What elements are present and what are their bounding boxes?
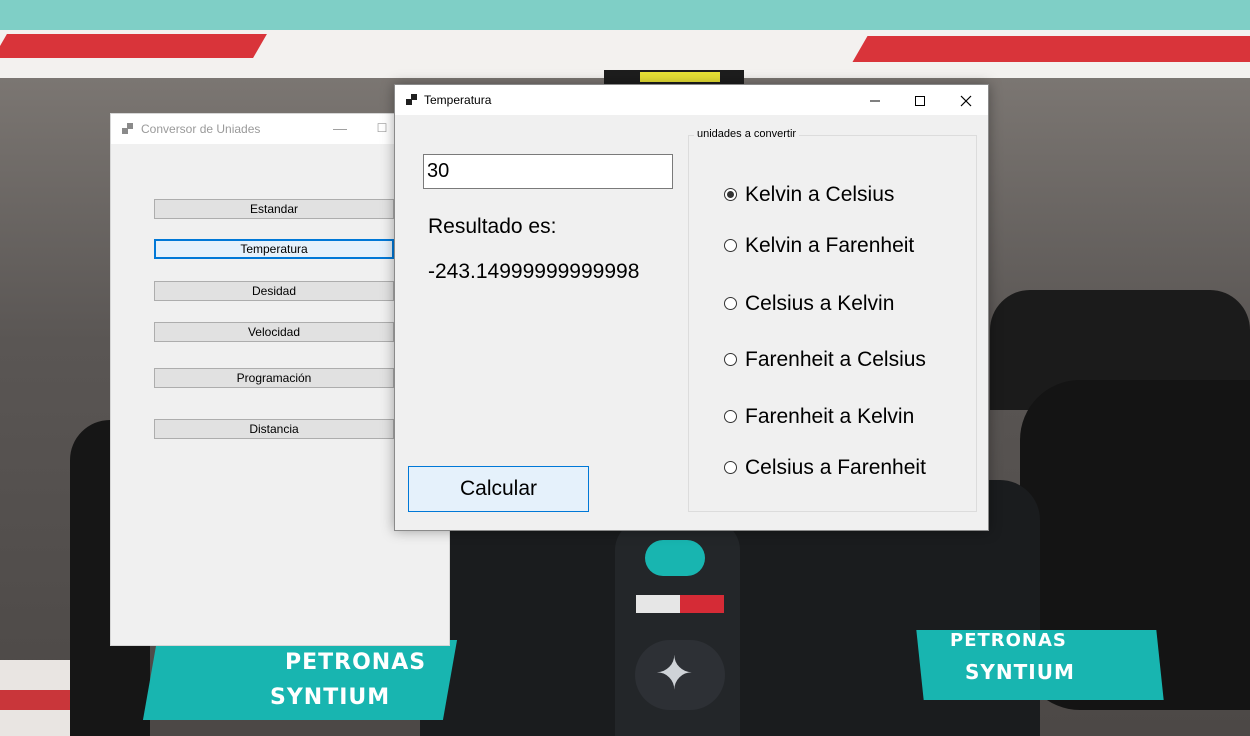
radio-button-icon[interactable] xyxy=(724,297,737,310)
distancia-button[interactable]: Distancia xyxy=(154,419,394,439)
app-icon xyxy=(406,94,417,105)
radio-label[interactable]: Kelvin a Farenheit xyxy=(745,234,914,258)
radio-label[interactable]: Farenheit a Celsius xyxy=(745,348,926,372)
result-value: -243.14999999999998 xyxy=(428,260,640,283)
temperature-window[interactable]: Temperatura Resultado es: -243.149999999… xyxy=(394,84,989,531)
close-button[interactable] xyxy=(943,85,988,115)
result-label: Resultado es: xyxy=(428,215,557,238)
programacion-button[interactable]: Programación xyxy=(154,368,394,388)
close-icon xyxy=(960,95,971,107)
wing-sponsor-text-right: PETRONAS xyxy=(950,630,1067,651)
temperatura-button[interactable]: Temperatura xyxy=(154,239,394,259)
temperature-input[interactable] xyxy=(423,154,673,189)
wing-sponsor-text-2: SYNTIUM xyxy=(270,685,391,710)
window-title: Conversor de Uniades xyxy=(141,122,261,136)
radio-label[interactable]: Farenheit a Kelvin xyxy=(745,405,914,429)
radio-label[interactable]: Kelvin a Celsius xyxy=(745,183,894,207)
radio-button-icon[interactable] xyxy=(724,353,737,366)
radio-button-icon[interactable] xyxy=(724,410,737,423)
window-title: Temperatura xyxy=(424,93,492,107)
wing-sponsor-text: PETRONAS xyxy=(285,650,427,675)
app-icon xyxy=(122,123,133,134)
minimize-icon xyxy=(869,100,880,102)
velocidad-button[interactable]: Velocidad xyxy=(154,322,394,342)
minimize-button[interactable]: — xyxy=(329,118,351,138)
maximize-icon xyxy=(914,96,925,107)
conversion-groupbox: unidades a convertir Kelvin a Celsius Ke… xyxy=(688,128,977,512)
minimize-button[interactable] xyxy=(852,85,897,115)
calculate-button[interactable]: Calcular xyxy=(408,466,589,512)
groupbox-title: unidades a convertir xyxy=(694,128,800,140)
radio-label[interactable]: Celsius a Kelvin xyxy=(745,292,894,316)
estandar-button[interactable]: Estandar xyxy=(154,199,394,219)
maximize-button[interactable] xyxy=(897,85,942,115)
wing-sponsor-text-right-2: SYNTIUM xyxy=(965,660,1075,684)
maximize-button[interactable]: ☐ xyxy=(371,118,393,138)
radio-button-icon[interactable] xyxy=(724,461,737,474)
desidad-button[interactable]: Desidad xyxy=(154,281,394,301)
temperature-titlebar[interactable]: Temperatura xyxy=(395,85,988,115)
radio-button-icon[interactable] xyxy=(724,188,737,201)
radio-button-icon[interactable] xyxy=(724,239,737,252)
radio-label[interactable]: Celsius a Farenheit xyxy=(745,456,926,480)
